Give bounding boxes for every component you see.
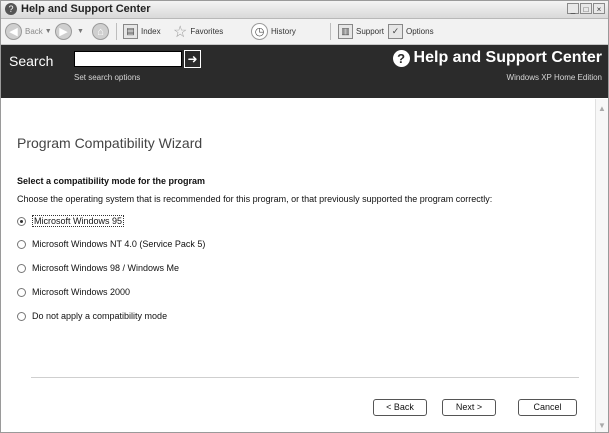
title-bar: ? Help and Support Center _ □ ×	[1, 1, 608, 19]
section-heading: Select a compatibility mode for the prog…	[17, 176, 206, 186]
cancel-button[interactable]: Cancel	[518, 399, 577, 416]
toolbar-separator	[116, 23, 117, 40]
radio-label: Microsoft Windows NT 4.0 (Service Pack 5…	[32, 239, 206, 249]
favorites-label: Favorites	[190, 27, 224, 36]
search-header: Search ➜ Set search options ? Help and S…	[1, 45, 608, 98]
search-input[interactable]	[74, 51, 182, 67]
back-dropdown-icon[interactable]: ▼	[45, 28, 52, 35]
toolbar: ◀ Back ▼ ▶ ▼ ⌂ ▤ Index ☆ Favorites ◷ His…	[1, 19, 608, 45]
next-button[interactable]: Next >	[442, 399, 496, 416]
back-wizard-button[interactable]: < Back	[373, 399, 427, 416]
support-icon: ▥	[338, 24, 353, 39]
index-button[interactable]: ▤ Index	[123, 22, 161, 41]
back-label: Back	[25, 27, 43, 36]
radio-label: Microsoft Windows 95	[32, 215, 125, 227]
radio-label: Microsoft Windows 2000	[32, 287, 131, 297]
close-button[interactable]: ×	[593, 3, 605, 14]
help-center-title-text: Help and Support Center	[413, 49, 602, 66]
options-checklist-icon: ✓	[388, 24, 403, 39]
window-controls: _ □ ×	[567, 3, 605, 14]
radio-button[interactable]	[17, 311, 26, 321]
wizard-content: Program Compatibility Wizard Select a co…	[1, 99, 595, 432]
minimize-button[interactable]: _	[567, 3, 579, 14]
forward-dropdown-icon[interactable]: ▼	[77, 28, 84, 35]
instruction-text: Choose the operating system that is reco…	[17, 194, 493, 204]
radio-option-no-compatibility[interactable]: Do not apply a compatibility mode	[17, 311, 167, 321]
search-label: Search	[9, 53, 54, 69]
options-label: Options	[406, 27, 434, 36]
radio-button[interactable]	[17, 216, 26, 226]
support-label: Support	[356, 27, 385, 36]
maximize-button[interactable]: □	[580, 3, 592, 14]
radio-option-windows-98-me[interactable]: Microsoft Windows 98 / Windows Me	[17, 263, 179, 273]
radio-option-windows-95[interactable]: Microsoft Windows 95	[17, 215, 125, 227]
scroll-down-icon[interactable]: ▼	[598, 421, 606, 430]
back-arrow-icon: ◀	[5, 23, 22, 40]
toolbar-separator	[330, 23, 331, 40]
forward-arrow-icon: ▶	[55, 23, 72, 40]
window-title: Help and Support Center	[21, 3, 151, 15]
history-label: History	[271, 27, 296, 36]
back-button[interactable]: ◀ Back ▼	[5, 22, 52, 41]
home-button[interactable]: ⌂	[92, 22, 112, 41]
forward-button[interactable]: ▶ ▼	[55, 22, 84, 41]
history-clock-icon: ◷	[251, 23, 268, 40]
index-book-icon: ▤	[123, 24, 138, 39]
help-question-icon: ?	[392, 49, 410, 67]
radio-button[interactable]	[17, 263, 26, 273]
radio-label: Microsoft Windows 98 / Windows Me	[32, 263, 180, 273]
divider	[31, 377, 579, 378]
options-button[interactable]: ✓ Options	[388, 22, 434, 41]
radio-button[interactable]	[17, 239, 26, 249]
help-app-icon: ?	[5, 3, 17, 15]
support-button[interactable]: ▥ Support	[338, 22, 384, 41]
edition-label: Windows XP Home Edition	[506, 73, 602, 82]
radio-button[interactable]	[17, 287, 26, 297]
page-title: Program Compatibility Wizard	[17, 135, 203, 151]
history-button[interactable]: ◷ History	[251, 22, 296, 41]
radio-option-windows-nt4[interactable]: Microsoft Windows NT 4.0 (Service Pack 5…	[17, 239, 205, 249]
help-center-title: ? Help and Support Center	[392, 49, 602, 67]
favorites-star-icon: ☆	[173, 23, 188, 41]
home-icon: ⌂	[92, 23, 109, 40]
index-label: Index	[141, 27, 161, 36]
help-support-window: ? Help and Support Center _ □ × ◀ Back ▼…	[0, 0, 609, 433]
set-search-options-link[interactable]: Set search options	[74, 73, 140, 82]
radio-option-windows-2000[interactable]: Microsoft Windows 2000	[17, 287, 130, 297]
arrow-right-icon: ➜	[187, 52, 198, 66]
favorites-button[interactable]: ☆ Favorites	[173, 22, 223, 41]
scroll-up-icon[interactable]: ▲	[598, 104, 606, 113]
search-go-button[interactable]: ➜	[184, 50, 201, 68]
vertical-scrollbar[interactable]: ▲ ▼	[595, 99, 608, 432]
radio-label: Do not apply a compatibility mode	[32, 311, 168, 321]
